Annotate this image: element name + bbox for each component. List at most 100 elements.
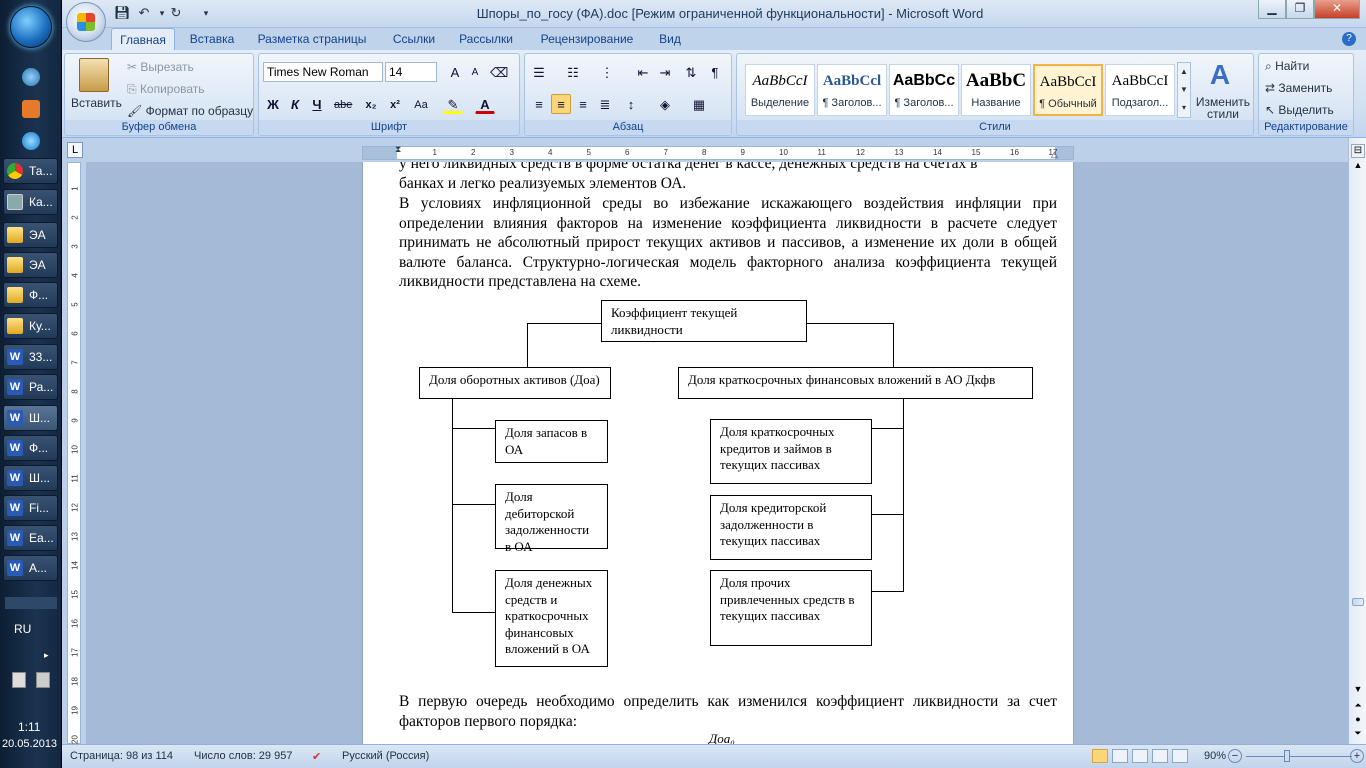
style-normal[interactable]: AaBbCcI ¶ Обычный: [1033, 64, 1103, 116]
indent-marker-icon[interactable]: ⧗: [395, 144, 401, 155]
change-styles-button[interactable]: Изменить стили: [1195, 96, 1251, 120]
vertical-ruler[interactable]: 1 2 3 4 5 6 7 8 9 10 11 12 13 14 15 16 17 18 19 20: [67, 162, 81, 744]
style-heading1[interactable]: AaBbCcl ¶ Заголов...: [817, 64, 887, 116]
tab-mailings[interactable]: Рассылки: [450, 28, 522, 50]
media-player-icon[interactable]: [22, 100, 40, 118]
tab-insert[interactable]: Вставка: [180, 28, 244, 50]
start-button[interactable]: [10, 6, 52, 48]
taskbar-button[interactable]: Ка...: [3, 189, 58, 215]
taskbar-button[interactable]: W Ра...: [3, 374, 58, 400]
language-status[interactable]: Русский (Россия): [342, 750, 429, 762]
decrease-indent-icon[interactable]: ⇤: [633, 62, 653, 82]
browse-object-icon[interactable]: ●: [1351, 714, 1365, 726]
tab-home[interactable]: Главная: [111, 28, 175, 50]
proofing-icon[interactable]: ✔︎: [312, 750, 321, 763]
grow-font-icon[interactable]: A: [445, 62, 465, 82]
style-heading2[interactable]: AaBbCc ¶ Заголов...: [889, 64, 959, 116]
document-page[interactable]: у него ликвидных средств в форме остатка…: [362, 162, 1074, 744]
align-center-icon[interactable]: ≡: [551, 94, 571, 114]
web-layout-icon[interactable]: [1132, 749, 1148, 763]
taskbar-button[interactable]: W Ш...: [3, 465, 58, 491]
previous-page-icon[interactable]: ⏶: [1351, 700, 1365, 712]
style-emphasis[interactable]: AaBbCcI Выделение: [745, 64, 815, 116]
increase-indent-icon[interactable]: ⇥: [655, 62, 675, 82]
paste-icon[interactable]: [79, 58, 109, 92]
taskbar-button[interactable]: W Ш...: [3, 405, 58, 431]
ruler-toggle-icon[interactable]: ⊟: [1351, 144, 1365, 158]
taskbar-button[interactable]: W 33...: [3, 344, 58, 370]
tab-view[interactable]: Вид: [652, 28, 688, 50]
office-button[interactable]: [66, 2, 106, 42]
horizontal-ruler[interactable]: ⧗ △ 1 2 3 4 5 6 7 8 9 10 11 12 13 14 15 16 17: [362, 144, 1074, 160]
draft-icon[interactable]: [1172, 749, 1188, 763]
internet-explorer-icon[interactable]: [22, 132, 40, 150]
taskbar-button[interactable]: ЭА: [3, 222, 58, 248]
multilevel-list-icon[interactable]: ⋮: [597, 62, 617, 82]
zoom-in-icon[interactable]: +: [1350, 749, 1364, 763]
taskbar-button[interactable]: W А...: [3, 555, 58, 581]
find-button[interactable]: ⌕ Найти: [1265, 59, 1309, 74]
styles-scroll[interactable]: ▲ ▼ ▾: [1177, 62, 1191, 118]
tab-selector-icon[interactable]: L: [67, 142, 83, 158]
help-icon[interactable]: ?: [1342, 32, 1356, 46]
clock-time[interactable]: 1:11: [18, 720, 40, 734]
taskbar-button[interactable]: Та...: [3, 158, 58, 184]
next-page-icon[interactable]: ⏷: [1351, 728, 1365, 740]
undo-icon[interactable]: ↶: [136, 5, 152, 21]
save-icon[interactable]: 💾︎: [114, 5, 131, 21]
minimize-button[interactable]: ▁: [1258, 0, 1286, 19]
taskbar-button[interactable]: Ку...: [3, 313, 58, 339]
style-subtitle[interactable]: AaBbCcI Подзагол...: [1105, 64, 1175, 116]
outline-icon[interactable]: [1152, 749, 1168, 763]
paste-button[interactable]: Вставить: [71, 96, 122, 110]
network-icon[interactable]: [12, 672, 26, 688]
taskbar-button[interactable]: Ф...: [3, 282, 58, 308]
change-case-button[interactable]: Aa: [411, 94, 431, 114]
clear-formatting-icon[interactable]: ⌫: [489, 62, 509, 82]
italic-button[interactable]: К: [285, 94, 305, 114]
style-title[interactable]: AaBbC Название: [961, 64, 1031, 116]
align-left-icon[interactable]: ≡: [529, 94, 549, 114]
vertical-scrollbar[interactable]: ⊟ ▲ ▼ ⏶ ● ⏷: [1348, 138, 1366, 744]
highlight-icon[interactable]: ✎: [443, 94, 463, 114]
taskbar-scroll[interactable]: [5, 597, 57, 609]
superscript-button[interactable]: x²: [385, 94, 405, 114]
zoom-slider[interactable]: [1246, 756, 1352, 757]
scroll-down-icon[interactable]: ▼: [1351, 684, 1365, 698]
bold-button[interactable]: Ж: [263, 94, 283, 114]
close-button[interactable]: ✕: [1314, 0, 1360, 19]
align-right-icon[interactable]: ≡: [573, 94, 593, 114]
taskbar-button[interactable]: W Fi...: [3, 495, 58, 521]
chrome-quicklaunch-icon[interactable]: [22, 68, 40, 86]
zoom-out-icon[interactable]: −: [1228, 749, 1242, 763]
font-name-combo[interactable]: Times New Roman: [263, 62, 383, 82]
line-spacing-icon[interactable]: ↕: [621, 94, 641, 114]
zoom-level[interactable]: 90%: [1204, 750, 1226, 762]
subscript-button[interactable]: x₂: [361, 94, 381, 114]
scroll-up-icon[interactable]: ▲: [1351, 160, 1365, 174]
select-button[interactable]: ↖ Выделить: [1265, 103, 1334, 117]
strikethrough-button[interactable]: abe: [333, 94, 353, 114]
language-indicator[interactable]: RU: [14, 622, 31, 636]
zoom-slider-thumb[interactable]: [1284, 750, 1290, 762]
replace-button[interactable]: ⇄ Заменить: [1265, 81, 1332, 95]
cut-button[interactable]: ✂ Вырезать: [127, 60, 194, 74]
tray-expand-icon[interactable]: ▸: [44, 650, 49, 661]
copy-button[interactable]: ⎘ Копировать: [127, 82, 205, 97]
taskbar-button[interactable]: W Ф...: [3, 435, 58, 461]
scroll-thumb[interactable]: [1352, 598, 1364, 606]
customize-qat-icon[interactable]: ▾: [198, 5, 214, 21]
print-layout-icon[interactable]: [1092, 749, 1108, 763]
change-styles-icon[interactable]: A: [1205, 60, 1235, 90]
volume-icon[interactable]: [36, 672, 50, 688]
shrink-font-icon[interactable]: A: [465, 62, 485, 82]
format-painter-button[interactable]: 🖌︎ Формат по образцу: [127, 104, 253, 118]
taskbar-button[interactable]: W Еа...: [3, 525, 58, 551]
maximize-button[interactable]: ❐: [1286, 0, 1314, 19]
page-count[interactable]: Страница: 98 из 114: [70, 750, 173, 762]
tab-review[interactable]: Рецензирование: [532, 28, 642, 50]
redo-icon[interactable]: ↻: [168, 5, 184, 21]
taskbar-button[interactable]: ЭА: [3, 252, 58, 278]
show-marks-icon[interactable]: ¶: [705, 62, 725, 82]
tab-references[interactable]: Ссылки: [382, 28, 446, 50]
